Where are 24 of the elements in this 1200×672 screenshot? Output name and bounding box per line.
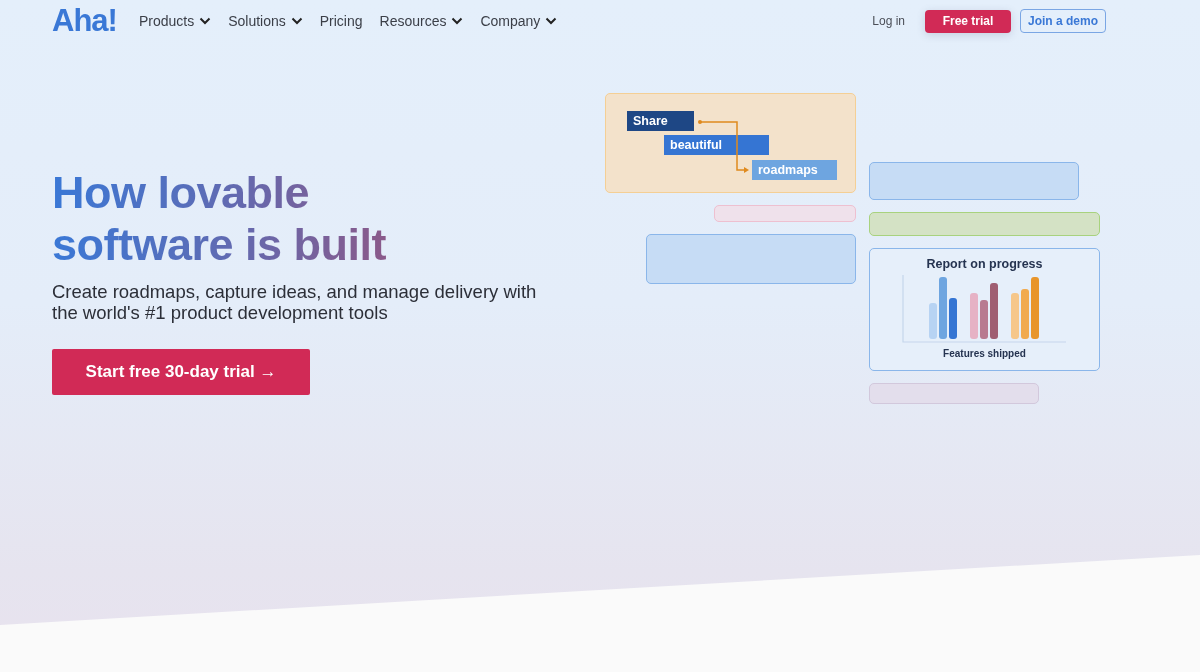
report-title: Report on progress	[926, 257, 1043, 271]
nav-link[interactable]: Pricing	[319, 13, 363, 29]
chevron-down-icon	[290, 17, 303, 25]
chart-bar	[1030, 277, 1039, 339]
chevron-down-icon	[451, 17, 464, 25]
start-trial-button[interactable]: Start free 30-day trial →	[52, 349, 310, 395]
logo[interactable]: Aha!	[52, 3, 117, 39]
subtitle: Create roadmaps, capture ideas, and manage delivery with the world's #1 product development tools	[52, 281, 538, 323]
chart-bar	[969, 293, 978, 339]
nav-link[interactable]: Products	[138, 13, 212, 29]
chart-caption: Features shipped	[943, 348, 1026, 359]
free-trial-button[interactable]: Free trial	[925, 9, 1011, 33]
chart-bar	[1020, 289, 1029, 339]
demo-button[interactable]: Join a demo	[1020, 9, 1106, 33]
login-link[interactable]: Log in	[872, 14, 905, 28]
chevron-down-icon	[545, 17, 558, 25]
chevron-down-icon	[199, 17, 212, 25]
nav-link[interactable]: Company	[480, 13, 558, 29]
roadmap-bar: Share	[627, 111, 694, 131]
nav-link[interactable]: Solutions	[228, 13, 303, 29]
roadmap-bar: beautiful	[664, 135, 769, 155]
roadmap-bar: roadmaps	[752, 160, 837, 180]
nav-link[interactable]: Resources	[379, 13, 464, 29]
chart-bar	[1010, 293, 1019, 339]
